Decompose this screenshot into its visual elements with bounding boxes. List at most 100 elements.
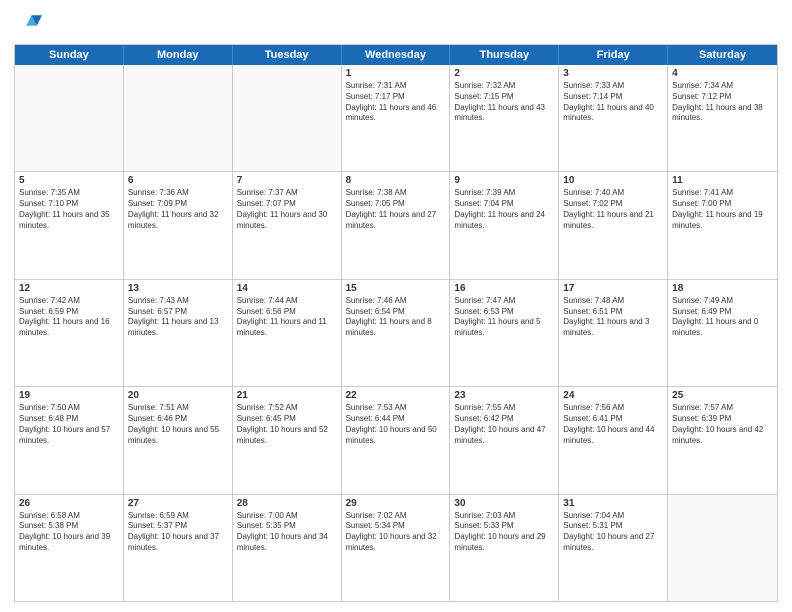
- header-day-monday: Monday: [124, 45, 233, 65]
- cal-cell-r3c5: 24 Sunrise: 7:56 AM Sunset: 6:41 PM Dayli…: [559, 387, 668, 493]
- cell-sun-info: Sunrise: 7:43 AM Sunset: 6:57 PM Dayligh…: [128, 296, 228, 339]
- calendar-row-1: 5Sunrise: 7:35 AM Sunset: 7:10 PM Daylig…: [15, 172, 777, 279]
- cal-cell-r0c3: 1 Sunrise: 7:31 AM Sunset: 7:17 PM Daylig…: [342, 65, 451, 171]
- cal-cell-r0c6: 4 Sunrise: 7:34 AM Sunset: 7:12 PM Daylig…: [668, 65, 777, 171]
- day-number: 29: [346, 498, 446, 509]
- day-number: 9: [454, 175, 554, 186]
- cell-sun-info: Sunrise: 7:00 AM Sunset: 5:35 PM Dayligh…: [237, 511, 337, 554]
- cell-sun-info: Sunrise: 7:56 AM Sunset: 6:41 PM Dayligh…: [563, 403, 663, 446]
- calendar-header: SundayMondayTuesdayWednesdayThursdayFrid…: [15, 45, 777, 65]
- cal-cell-r4c1: 27 Sunrise: 6:59 AM Sunset: 5:37 PM Dayli…: [124, 495, 233, 601]
- cal-cell-r2c0: 12 Sunrise: 7:42 AM Sunset: 6:59 PM Dayli…: [15, 280, 124, 386]
- cell-sun-info: Sunrise: 7:38 AM Sunset: 7:05 PM Dayligh…: [346, 188, 446, 231]
- calendar-row-3: 19Sunrise: 7:50 AM Sunset: 6:48 PM Dayli…: [15, 387, 777, 494]
- cal-cell-r4c6: [668, 495, 777, 601]
- day-number: 25: [672, 390, 773, 401]
- calendar-row-2: 12 Sunrise: 7:42 AM Sunset: 6:59 PM Dayli…: [15, 280, 777, 387]
- cal-cell-r3c3: 22 Sunrise: 7:53 AM Sunset: 6:44 PM Dayli…: [342, 387, 451, 493]
- day-number: 28: [237, 498, 337, 509]
- cell-sun-info: Sunrise: 7:47 AM Sunset: 6:53 PM Dayligh…: [454, 296, 554, 339]
- day-number: 19: [19, 390, 119, 401]
- cell-sun-info: Sunrise: 7:32 AM Sunset: 7:15 PM Dayligh…: [454, 81, 554, 124]
- day-number: 20: [128, 390, 228, 401]
- cal-cell-r0c0: [15, 65, 124, 171]
- cell-sun-info: Sunrise: 7:39 AM Sunset: 7:04 PM Dayligh…: [454, 188, 554, 231]
- cell-sun-info: Sunrise: 7:33 AM Sunset: 7:14 PM Dayligh…: [563, 81, 663, 124]
- cal-cell-r3c0: 19Sunrise: 7:50 AM Sunset: 6:48 PM Dayli…: [15, 387, 124, 493]
- day-number: 2: [454, 68, 554, 79]
- cal-cell-r2c6: 18 Sunrise: 7:49 AM Sunset: 6:49 PM Dayli…: [668, 280, 777, 386]
- day-number: 7: [237, 175, 337, 186]
- day-number: 15: [346, 283, 446, 294]
- cell-sun-info: Sunrise: 7:44 AM Sunset: 6:56 PM Dayligh…: [237, 296, 337, 339]
- cal-cell-r4c4: 30Sunrise: 7:03 AM Sunset: 5:33 PM Dayli…: [450, 495, 559, 601]
- calendar-body: 1 Sunrise: 7:31 AM Sunset: 7:17 PM Daylig…: [15, 65, 777, 601]
- day-number: 12: [19, 283, 119, 294]
- day-number: 13: [128, 283, 228, 294]
- day-number: 16: [454, 283, 554, 294]
- day-number: 24: [563, 390, 663, 401]
- cal-cell-r2c3: 15 Sunrise: 7:46 AM Sunset: 6:54 PM Dayli…: [342, 280, 451, 386]
- page: SundayMondayTuesdayWednesdayThursdayFrid…: [0, 0, 792, 612]
- header-day-tuesday: Tuesday: [233, 45, 342, 65]
- day-number: 11: [672, 175, 773, 186]
- day-number: 21: [237, 390, 337, 401]
- day-number: 17: [563, 283, 663, 294]
- header-day-sunday: Sunday: [15, 45, 124, 65]
- day-number: 5: [19, 175, 119, 186]
- cal-cell-r1c4: 9 Sunrise: 7:39 AM Sunset: 7:04 PM Daylig…: [450, 172, 559, 278]
- day-number: 23: [454, 390, 554, 401]
- cal-cell-r1c5: 10 Sunrise: 7:40 AM Sunset: 7:02 PM Dayli…: [559, 172, 668, 278]
- day-number: 14: [237, 283, 337, 294]
- cell-sun-info: Sunrise: 7:49 AM Sunset: 6:49 PM Dayligh…: [672, 296, 773, 339]
- cal-cell-r2c4: 16 Sunrise: 7:47 AM Sunset: 6:53 PM Dayli…: [450, 280, 559, 386]
- cal-cell-r1c2: 7 Sunrise: 7:37 AM Sunset: 7:07 PM Daylig…: [233, 172, 342, 278]
- day-number: 3: [563, 68, 663, 79]
- header-day-wednesday: Wednesday: [342, 45, 451, 65]
- header-day-saturday: Saturday: [668, 45, 777, 65]
- calendar-row-0: 1 Sunrise: 7:31 AM Sunset: 7:17 PM Daylig…: [15, 65, 777, 172]
- cell-sun-info: Sunrise: 7:55 AM Sunset: 6:42 PM Dayligh…: [454, 403, 554, 446]
- cal-cell-r2c1: 13 Sunrise: 7:43 AM Sunset: 6:57 PM Dayli…: [124, 280, 233, 386]
- cal-cell-r4c3: 29Sunrise: 7:02 AM Sunset: 5:34 PM Dayli…: [342, 495, 451, 601]
- cal-cell-r4c0: 26Sunrise: 6:58 AM Sunset: 5:38 PM Dayli…: [15, 495, 124, 601]
- cal-cell-r1c3: 8 Sunrise: 7:38 AM Sunset: 7:05 PM Daylig…: [342, 172, 451, 278]
- cell-sun-info: Sunrise: 7:46 AM Sunset: 6:54 PM Dayligh…: [346, 296, 446, 339]
- day-number: 31: [563, 498, 663, 509]
- cell-sun-info: Sunrise: 7:31 AM Sunset: 7:17 PM Dayligh…: [346, 81, 446, 124]
- day-number: 22: [346, 390, 446, 401]
- header-day-thursday: Thursday: [450, 45, 559, 65]
- cal-cell-r1c1: 6Sunrise: 7:36 AM Sunset: 7:09 PM Daylig…: [124, 172, 233, 278]
- header: [14, 10, 778, 38]
- cell-sun-info: Sunrise: 7:40 AM Sunset: 7:02 PM Dayligh…: [563, 188, 663, 231]
- cal-cell-r0c4: 2 Sunrise: 7:32 AM Sunset: 7:15 PM Daylig…: [450, 65, 559, 171]
- calendar-row-4: 26Sunrise: 6:58 AM Sunset: 5:38 PM Dayli…: [15, 495, 777, 601]
- cell-sun-info: Sunrise: 7:37 AM Sunset: 7:07 PM Dayligh…: [237, 188, 337, 231]
- cell-sun-info: Sunrise: 7:53 AM Sunset: 6:44 PM Dayligh…: [346, 403, 446, 446]
- cell-sun-info: Sunrise: 7:42 AM Sunset: 6:59 PM Dayligh…: [19, 296, 119, 339]
- cell-sun-info: Sunrise: 7:52 AM Sunset: 6:45 PM Dayligh…: [237, 403, 337, 446]
- cell-sun-info: Sunrise: 7:34 AM Sunset: 7:12 PM Dayligh…: [672, 81, 773, 124]
- cal-cell-r4c2: 28 Sunrise: 7:00 AM Sunset: 5:35 PM Dayli…: [233, 495, 342, 601]
- cal-cell-r1c0: 5Sunrise: 7:35 AM Sunset: 7:10 PM Daylig…: [15, 172, 124, 278]
- cell-sun-info: Sunrise: 7:36 AM Sunset: 7:09 PM Dayligh…: [128, 188, 228, 231]
- day-number: 8: [346, 175, 446, 186]
- day-number: 18: [672, 283, 773, 294]
- day-number: 1: [346, 68, 446, 79]
- logo-icon: [14, 10, 42, 38]
- cell-sun-info: Sunrise: 7:48 AM Sunset: 6:51 PM Dayligh…: [563, 296, 663, 339]
- day-number: 30: [454, 498, 554, 509]
- cell-sun-info: Sunrise: 7:41 AM Sunset: 7:00 PM Dayligh…: [672, 188, 773, 231]
- cal-cell-r3c6: 25 Sunrise: 7:57 AM Sunset: 6:39 PM Dayli…: [668, 387, 777, 493]
- cell-sun-info: Sunrise: 7:57 AM Sunset: 6:39 PM Dayligh…: [672, 403, 773, 446]
- cal-cell-r3c4: 23 Sunrise: 7:55 AM Sunset: 6:42 PM Dayli…: [450, 387, 559, 493]
- day-number: 4: [672, 68, 773, 79]
- cal-cell-r2c2: 14 Sunrise: 7:44 AM Sunset: 6:56 PM Dayli…: [233, 280, 342, 386]
- day-number: 10: [563, 175, 663, 186]
- day-number: 27: [128, 498, 228, 509]
- cell-sun-info: Sunrise: 6:59 AM Sunset: 5:37 PM Dayligh…: [128, 511, 228, 554]
- cal-cell-r1c6: 11 Sunrise: 7:41 AM Sunset: 7:00 PM Dayli…: [668, 172, 777, 278]
- cell-sun-info: Sunrise: 7:04 AM Sunset: 5:31 PM Dayligh…: [563, 511, 663, 554]
- cal-cell-r2c5: 17 Sunrise: 7:48 AM Sunset: 6:51 PM Dayli…: [559, 280, 668, 386]
- cal-cell-r0c2: [233, 65, 342, 171]
